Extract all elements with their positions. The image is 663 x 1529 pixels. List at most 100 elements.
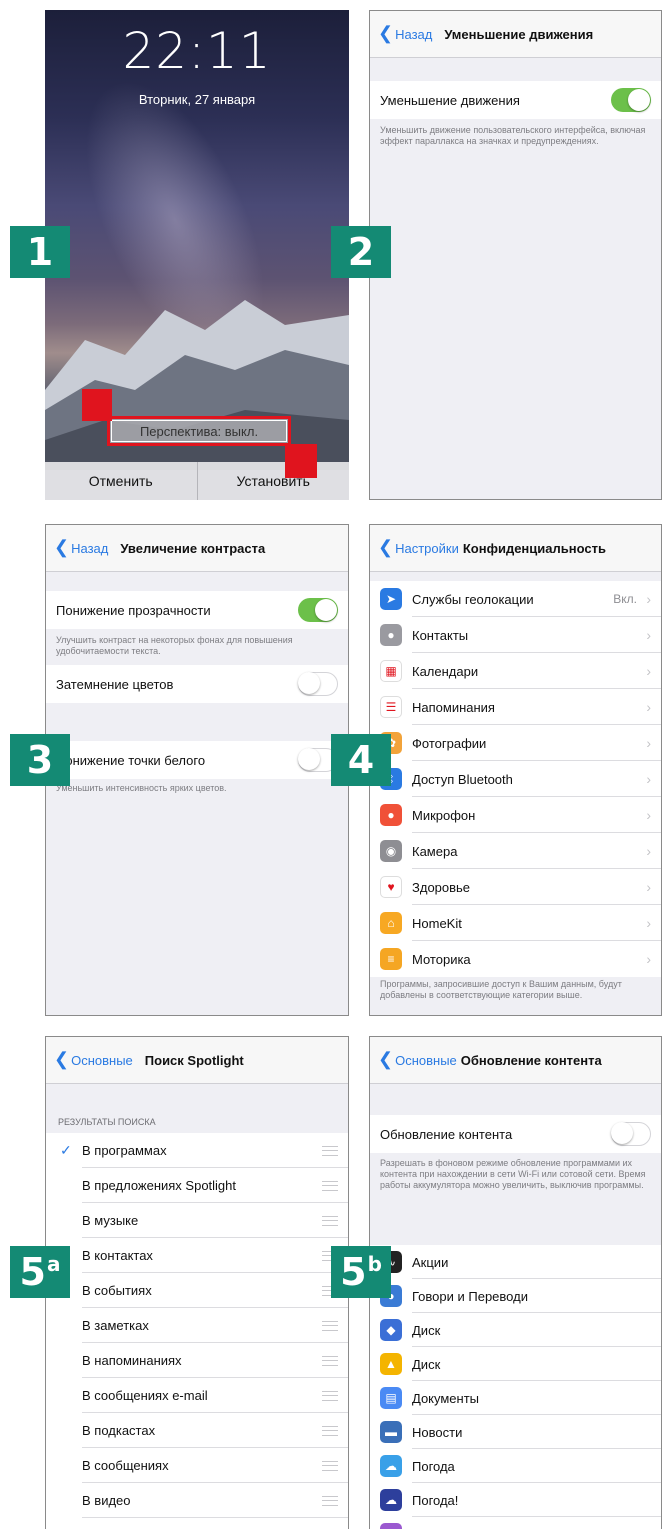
spotlight-item[interactable]: В музыке [46,1203,348,1238]
refresh-app-item: ● Говори и Переводи [370,1279,661,1313]
reorder-handle-icon[interactable] [322,1425,338,1436]
refresh-app-item: ◆ Диск [370,1313,661,1347]
privacy-item[interactable]: ✿ Фотографии › [370,725,661,761]
chevron-left-icon: ❮ [378,1049,394,1069]
back-label: Основные [395,1052,457,1068]
perspective-label[interactable]: Перспектива: выкл. [107,416,291,446]
refresh-app-label: Погода [412,1458,455,1474]
set-button[interactable]: Установить [198,462,350,500]
back-button[interactable]: ❮ Назад [378,24,433,42]
navbar: ❮ Основные Обновление контента [370,1037,661,1084]
spotlight-item-label: В напоминаниях [82,1353,182,1368]
drive-icon: ▲ [380,1353,402,1375]
privacy-item[interactable]: ● Микрофон › [370,797,661,833]
homekit-icon: ⌂ [380,912,402,934]
calendar-icon: ▦ [380,660,402,682]
location-icon: ➤ [380,588,402,610]
spotlight-item[interactable]: В видео [46,1483,348,1518]
back-button[interactable]: ❮ Настройки [378,538,459,556]
page-title: Обновление контента [460,1052,602,1068]
reorder-handle-icon[interactable] [322,1495,338,1506]
refresh-app-label: Диск [412,1322,441,1338]
spotlight-item[interactable]: ✓ В программах [46,1133,348,1168]
lockscreen-panel: 22:11 Вторник, 27 января Перспектива: вы… [45,10,349,500]
back-button[interactable]: ❮ Основные [54,1050,133,1068]
cancel-button[interactable]: Отменить [45,462,198,500]
privacy-item-label: Микрофон [412,807,476,823]
camera-icon: ◉ [380,840,402,862]
spotlight-item-label: В заметках [82,1318,149,1333]
darken-colors-row: Затемнение цветов [46,665,348,703]
step-badge-2: 2 [331,226,391,278]
privacy-item[interactable]: ♥ Здоровье › [370,869,661,905]
reorder-handle-icon[interactable] [322,1145,338,1156]
spotlight-item-label: В сообщениях e-mail [82,1388,208,1403]
reorder-handle-icon[interactable] [322,1215,338,1226]
reduce-motion-row: Уменьшение движения [370,81,661,119]
spotlight-item[interactable]: В аудиокнигах [46,1518,348,1529]
refresh-app-label: Говори и Переводи [412,1288,528,1304]
chevron-right-icon: › [646,807,651,823]
reduce-transparency-toggle[interactable] [298,598,338,622]
chevron-right-icon: › [646,591,651,607]
section-header: РЕЗУЛЬТАТЫ ПОИСКА [58,1117,156,1127]
privacy-item-value: Вкл. [613,592,637,606]
spotlight-item-label: В музыке [82,1213,139,1228]
privacy-item[interactable]: ᛒДоступ Bluetooth› [370,761,661,797]
privacy-item[interactable]: ≡ Моторика › [370,941,661,977]
microphone-icon: ● [380,804,402,826]
privacy-item-label: Напоминания [412,699,495,715]
reorder-handle-icon[interactable] [322,1355,338,1366]
reorder-handle-icon[interactable] [322,1180,338,1191]
reduce-motion-toggle[interactable] [611,88,651,112]
chevron-right-icon: › [646,627,651,643]
lock-date: Вторник, 27 января [138,92,256,107]
spotlight-item[interactable]: В подкастах [46,1413,348,1448]
spotlight-item[interactable]: ✓В контактах [46,1238,348,1273]
privacy-item-label: Моторика [412,951,471,967]
reduce-transparency-label: Понижение прозрачности [56,602,211,618]
back-button[interactable]: ❮ Назад [54,538,108,556]
navbar: ❮ Назад Увеличение контраста [46,525,348,572]
chevron-right-icon: › [646,735,651,751]
refresh-panel: ❮ Основные Обновление контента Обновлени… [369,1036,662,1529]
spotlight-item[interactable]: В событиях [46,1273,348,1308]
refresh-app-item: ▲ Диск [370,1347,661,1381]
privacy-item-label: Календари [412,663,479,679]
spotlight-item-label: В программах [82,1143,167,1158]
page-title: Поиск Spotlight [144,1052,244,1068]
spotlight-item[interactable]: В сообщениях [46,1448,348,1483]
privacy-item[interactable]: ⌂ HomeKit › [370,905,661,941]
reorder-handle-icon[interactable] [322,1390,338,1401]
privacy-item[interactable]: ▦ Календари › [370,653,661,689]
weather-icon: ☁ [380,1455,402,1477]
privacy-item[interactable]: ◉ Камера › [370,833,661,869]
disk-icon: ◆ [380,1319,402,1341]
spotlight-item[interactable]: В заметках [46,1308,348,1343]
lock-time: 22:11 [122,22,272,80]
privacy-footer: Программы, запросившие доступ к Вашим да… [380,979,622,1000]
spotlight-item[interactable]: В сообщениях e-mail [46,1378,348,1413]
privacy-item[interactable]: ● Контакты › [370,617,661,653]
chevron-right-icon: › [646,663,651,679]
refresh-toggle[interactable] [611,1122,651,1146]
back-button[interactable]: ❮ Основные [378,1049,457,1069]
chevron-right-icon: › [646,843,651,859]
spotlight-item[interactable]: В напоминаниях [46,1343,348,1378]
reorder-handle-icon[interactable] [322,1320,338,1331]
reduce-white-point-note: Уменьшить интенсивность ярких цветов. [56,783,227,793]
reorder-handle-icon[interactable] [322,1460,338,1471]
privacy-item-label: Здоровье [412,879,471,895]
contrast-panel: ❮ Назад Увеличение контраста Понижение п… [45,524,349,1016]
privacy-item[interactable]: ☰ Напоминания › [370,689,661,725]
contacts-icon: ● [380,624,402,646]
step-badge-5a: 5a [10,1246,70,1298]
spotlight-item-label: В контактах [82,1248,153,1263]
back-label: Назад [395,26,433,42]
privacy-item[interactable]: ➤ Службы геолокации Вкл. › [370,581,661,617]
reduce-motion-label: Уменьшение движения [380,92,520,108]
privacy-item-label: Камера [412,843,458,859]
darken-colors-toggle[interactable] [298,672,338,696]
spotlight-item[interactable]: В предложениях Spotlight [46,1168,348,1203]
step-badge-4: 4 [331,734,391,786]
